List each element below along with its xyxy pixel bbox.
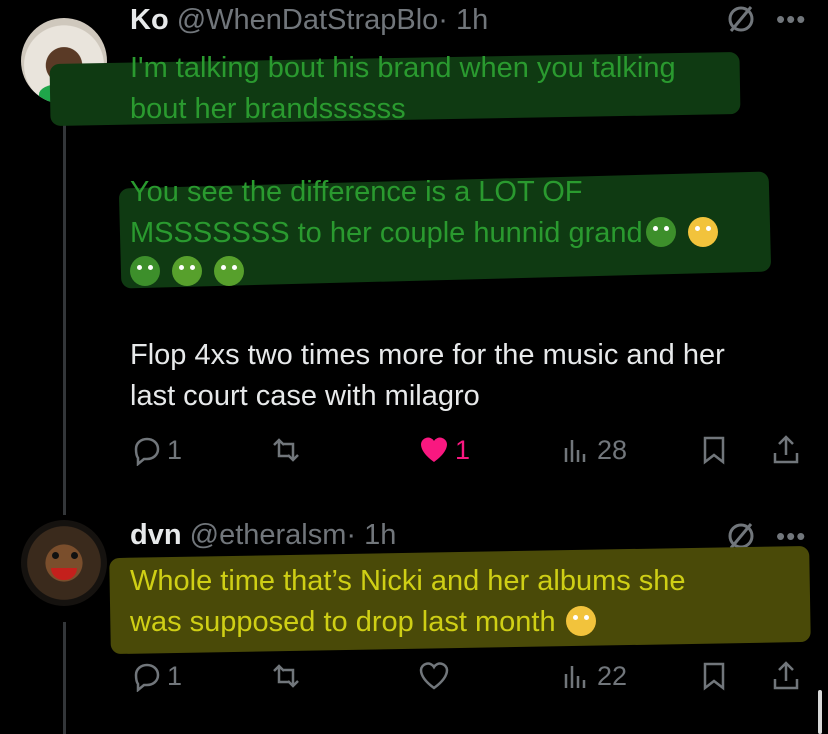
tweet-actions: 1 22 [130,660,810,700]
views-icon [564,666,586,688]
display-name[interactable]: dvn [130,519,182,551]
reply-count: 1 [167,434,183,465]
like-button[interactable]: 1 [418,434,470,466]
loudly-crying-face-icon [565,606,596,636]
share-icon [773,661,799,690]
avatar[interactable] [21,520,107,606]
tweet-text-line: last court case with milagro [130,380,480,412]
display-name[interactable]: Ko [130,4,169,36]
reply-button[interactable]: 1 [130,660,182,692]
tweet-actions: 1 1 28 [130,434,810,474]
nauseated-face-icon [645,217,676,247]
rolling-eyes-icon [687,217,718,247]
emoji-line [130,252,244,293]
bookmark-icon [703,436,725,465]
share-button[interactable] [770,660,802,692]
timestamp[interactable]: · 1h [438,4,488,36]
heart-icon [419,662,449,690]
repost-button[interactable] [270,434,302,466]
tweet-text-line: Whole time that’s Nicki and her albums s… [130,565,686,597]
tweet-text-line: Flop 4xs two times more for the music an… [130,339,725,371]
tweet-text-line: was supposed to drop last month [130,602,596,643]
repost-button[interactable] [270,660,302,692]
rofl-icon [172,256,202,286]
avatar-eye [71,552,78,559]
avatar-eye [52,552,59,559]
thread-line [63,105,66,515]
heart-filled-icon [421,437,447,462]
share-icon [773,435,799,464]
rofl-icon [214,256,244,286]
bookmark-button[interactable] [698,434,730,466]
views-icon [564,440,586,462]
avatar-mouth [51,568,77,580]
tweet-text-line: I'm talking bout his brand when you talk… [130,52,676,84]
nauseated-face-icon [130,256,160,286]
view-count: 22 [597,660,628,691]
more-options-icon[interactable]: ••• [776,4,806,35]
view-count: 28 [597,434,628,465]
bookmark-button[interactable] [698,660,730,692]
tweet-text-line: bout her brandssssss [130,93,406,125]
repost-icon [273,438,299,462]
share-button[interactable] [770,434,802,466]
views-button[interactable]: 22 [560,660,627,692]
tweet-header: dvn @etheralsm· 1h [130,519,396,552]
grok-icon[interactable] [726,4,756,41]
tweet-text: was supposed to drop last month [130,606,556,638]
tweet-text-line: MSSSSSSS to her couple hunnid grand [130,213,718,254]
reply-button[interactable]: 1 [130,434,182,466]
reply-count: 1 [167,660,183,691]
timestamp[interactable]: · 1h [346,519,396,551]
thread-line [63,622,66,734]
tweet-text: MSSSSSSS to her couple hunnid grand [130,217,643,249]
tweet-header: Ko @WhenDatStrapBlo· 1h [130,4,488,37]
reply-icon [134,437,160,466]
handle[interactable]: @etheralsm [190,519,347,551]
views-button[interactable]: 28 [560,434,627,466]
reply-icon [134,663,160,692]
tweet-text-line: You see the difference is a LOT OF [130,176,583,208]
handle[interactable]: @WhenDatStrapBlo [177,4,439,36]
like-count: 1 [455,434,471,465]
bookmark-icon [703,662,725,691]
scrollbar[interactable] [818,690,822,734]
like-button[interactable] [418,660,450,692]
repost-icon [273,664,299,688]
